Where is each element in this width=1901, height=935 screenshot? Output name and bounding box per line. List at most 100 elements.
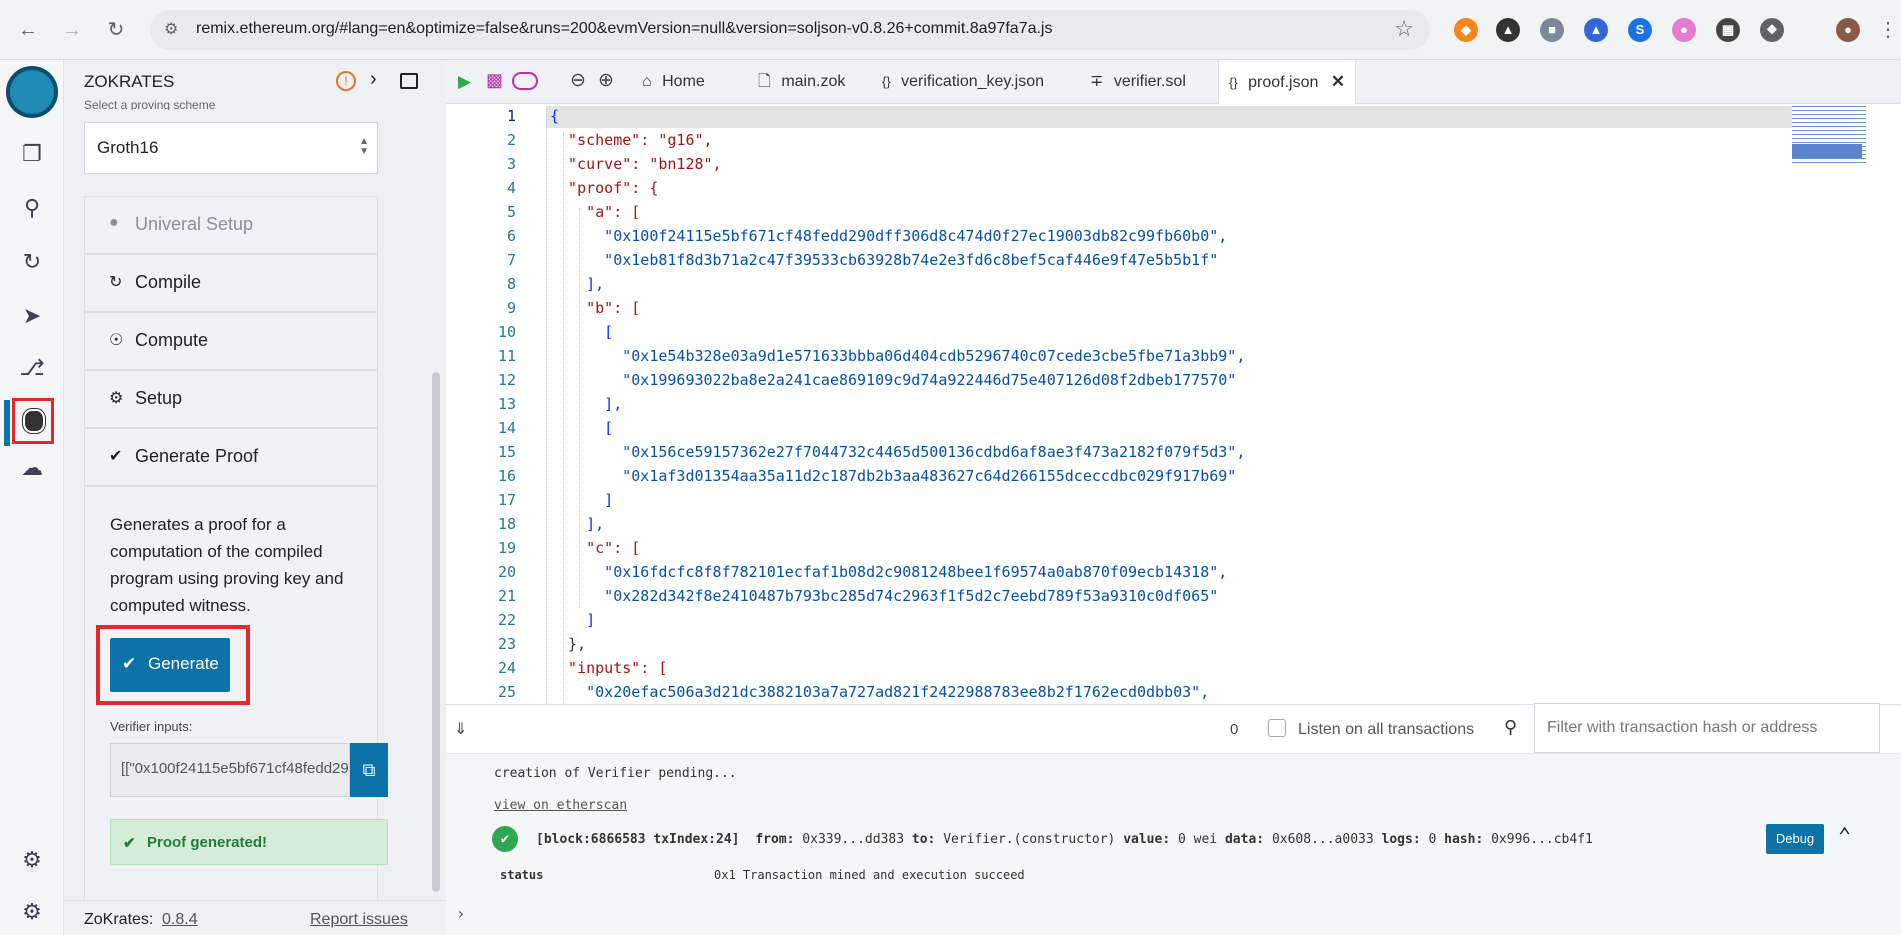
listen-checkbox[interactable] [1268,719,1286,737]
plugin-manager-icon[interactable]: ⚙ [16,844,48,876]
reload-icon[interactable]: ↻ [102,16,130,44]
code-text: ], [550,395,623,413]
tab-verifier-sol[interactable]: ∓ verifier.sol [1082,60,1212,104]
code-editor[interactable]: 1{2 "scheme": "g16", 3 "curve": "bn128", 4… [446,104,1901,704]
version-link[interactable]: 0.8.4 [162,911,198,929]
line-number: 2 [506,131,516,149]
code-text: }, [550,635,587,653]
back-icon[interactable]: ← [14,16,42,44]
code-text: ], [550,515,605,533]
minimap[interactable] [1792,104,1882,168]
tx-value-label: value: [1123,832,1171,847]
ai-robot-icon[interactable]: ▩ [486,70,503,91]
code-text: "0x1af3d01354aa35a11d2c187db2b3aa483627c… [550,467,1237,485]
code-line: 23 }, [446,632,1786,656]
remix-logo-icon[interactable] [6,66,58,118]
settings-gear-icon[interactable]: ⚙ [16,896,48,928]
code-text: "0x1e54b328e03a9d1e571633bbba06d404cdb52… [550,347,1246,365]
success-message: Proof generated! [147,834,268,851]
line-number: 5 [506,203,516,221]
robot-extension-icon[interactable]: ■ [1540,18,1564,42]
code-line: 18 ], [446,512,1786,536]
code-line: 5 "a": [ [446,200,1786,224]
listen-label: Listen on all transactions [1298,721,1475,738]
section-generate-proof[interactable]: ✔ Generate Proof [84,428,378,486]
run-play-icon[interactable]: ▶ [458,72,471,92]
toggle-panel-icon[interactable] [400,73,418,89]
report-issues-link[interactable]: Report issues [310,911,408,929]
warning-icon[interactable]: ! [336,71,356,91]
terminal-toolbar: ⇓ 0 Listen on all transactions ⚲ Filter … [446,703,1901,754]
search-icon[interactable]: ⚲ [16,192,48,224]
panel-scrollbar[interactable] [432,372,440,892]
section-compute[interactable]: ☉ Compute [84,312,378,370]
profile-avatar[interactable]: ● [1836,18,1860,42]
icon-panel: ❐ ⚲ ↻ ➤ ⎇ ☁ ⚙ ⚙ [0,60,64,935]
code-line: 4 "proof": { [446,176,1786,200]
line-number: 13 [497,395,516,413]
zokrates-plugin-icon[interactable] [12,398,54,444]
autocomplete-toggle-icon[interactable] [512,72,538,90]
verifier-inputs-field[interactable]: [["0x100f24115e5bf671cf48fedd290dff306d8… [110,743,350,797]
line-number: 7 [506,251,516,269]
tab-label: proof.json [1248,74,1319,91]
qr-extension-icon[interactable]: ▦ [1716,18,1740,42]
code-text: ], [550,275,605,293]
git-icon[interactable]: ⎇ [16,352,48,384]
line-number: 17 [497,491,516,509]
site-info-icon[interactable]: ⚙ [164,19,178,39]
search-icon[interactable]: ⚲ [1504,717,1517,738]
copy-icon: ⧉ [362,760,376,780]
line-number: 19 [497,539,516,557]
proving-scheme-select[interactable]: Groth16 ▲ ▼ [84,122,378,174]
select-arrows-icon: ▲ ▼ [359,136,369,157]
code-line: 2 "scheme": "g16", [446,128,1786,152]
copy-button[interactable]: ⧉ [350,743,388,797]
line-number: 14 [497,419,516,437]
code-line: 7 "0x1eb81f8d3b71a2c47f39533cb63928b74e2… [446,248,1786,272]
tab-proof-json[interactable]: {} proof.json ✕ [1218,60,1356,104]
url-text[interactable]: remix.ethereum.org/#lang=en&optimize=fal… [196,20,1052,38]
chevron-right-icon[interactable]: › [370,68,377,91]
line-number: 9 [506,299,516,317]
close-icon[interactable]: ✕ [1331,72,1345,91]
transaction-filter-input[interactable]: Filter with transaction hash or address [1534,703,1880,753]
shazam-extension-icon[interactable]: S [1628,18,1652,42]
section-compile[interactable]: ↻ Compile [84,254,378,312]
line-number: 21 [497,587,516,605]
terminal-prompt[interactable]: › [456,904,466,923]
forward-icon[interactable]: → [58,16,86,44]
file-explorer-icon[interactable]: ❐ [16,138,48,170]
tab-home[interactable]: ⌂ Home [634,60,742,104]
zoom-out-icon[interactable]: ⊖ [570,69,586,92]
bookmark-star-icon[interactable]: ☆ [1394,16,1414,42]
line-number: 24 [497,659,516,677]
code-line: 25 "0x20efac506a3d21dc3882103a7a727ad821… [446,680,1786,704]
solidity-compiler-icon[interactable]: ↻ [16,246,48,278]
panel-title: ZOKRATES [84,72,175,91]
section-setup[interactable]: ⚙ Setup [84,370,378,428]
tab-label: verification_key.json [901,73,1045,90]
graduation-extension-icon[interactable]: ▲ [1584,18,1608,42]
octopus-extension-icon[interactable]: ● [1672,18,1696,42]
metamask-extension-icon[interactable]: ◆ [1454,18,1478,42]
generate-description: Generates a proof for a computation of t… [110,515,344,615]
collapse-terminal-icon[interactable]: ⇓ [454,719,467,739]
zoom-in-icon[interactable]: ⊕ [598,69,614,92]
section-universal-setup[interactable]: ● Univeral Setup [84,196,378,254]
extensions-puzzle-icon[interactable]: ❖ [1760,18,1784,42]
extension-icon[interactable]: ▲ [1496,18,1520,42]
tx-logs: 0 [1428,832,1437,847]
tab-main-zok[interactable]: 🗋 main.zok [750,60,864,104]
chevron-up-icon[interactable]: ⌃ [1838,824,1851,849]
generate-button[interactable]: ✔ Generate [110,638,230,692]
address-bar[interactable]: ⚙ remix.ethereum.org/#lang=en&optimize=f… [150,10,1430,50]
code-line: 8 ], [446,272,1786,296]
browser-menu-icon[interactable]: ⋮ [1874,16,1901,44]
chef-hat-icon[interactable]: ☁ [16,452,48,484]
transaction-summary[interactable]: [block:6866583 txIndex:24] from: 0x339..… [536,832,1593,847]
etherscan-link[interactable]: view on etherscan [494,798,627,813]
tab-verification-key[interactable]: {} verification_key.json [874,60,1064,104]
debug-button[interactable]: Debug [1766,824,1824,854]
deploy-run-icon[interactable]: ➤ [16,300,48,332]
